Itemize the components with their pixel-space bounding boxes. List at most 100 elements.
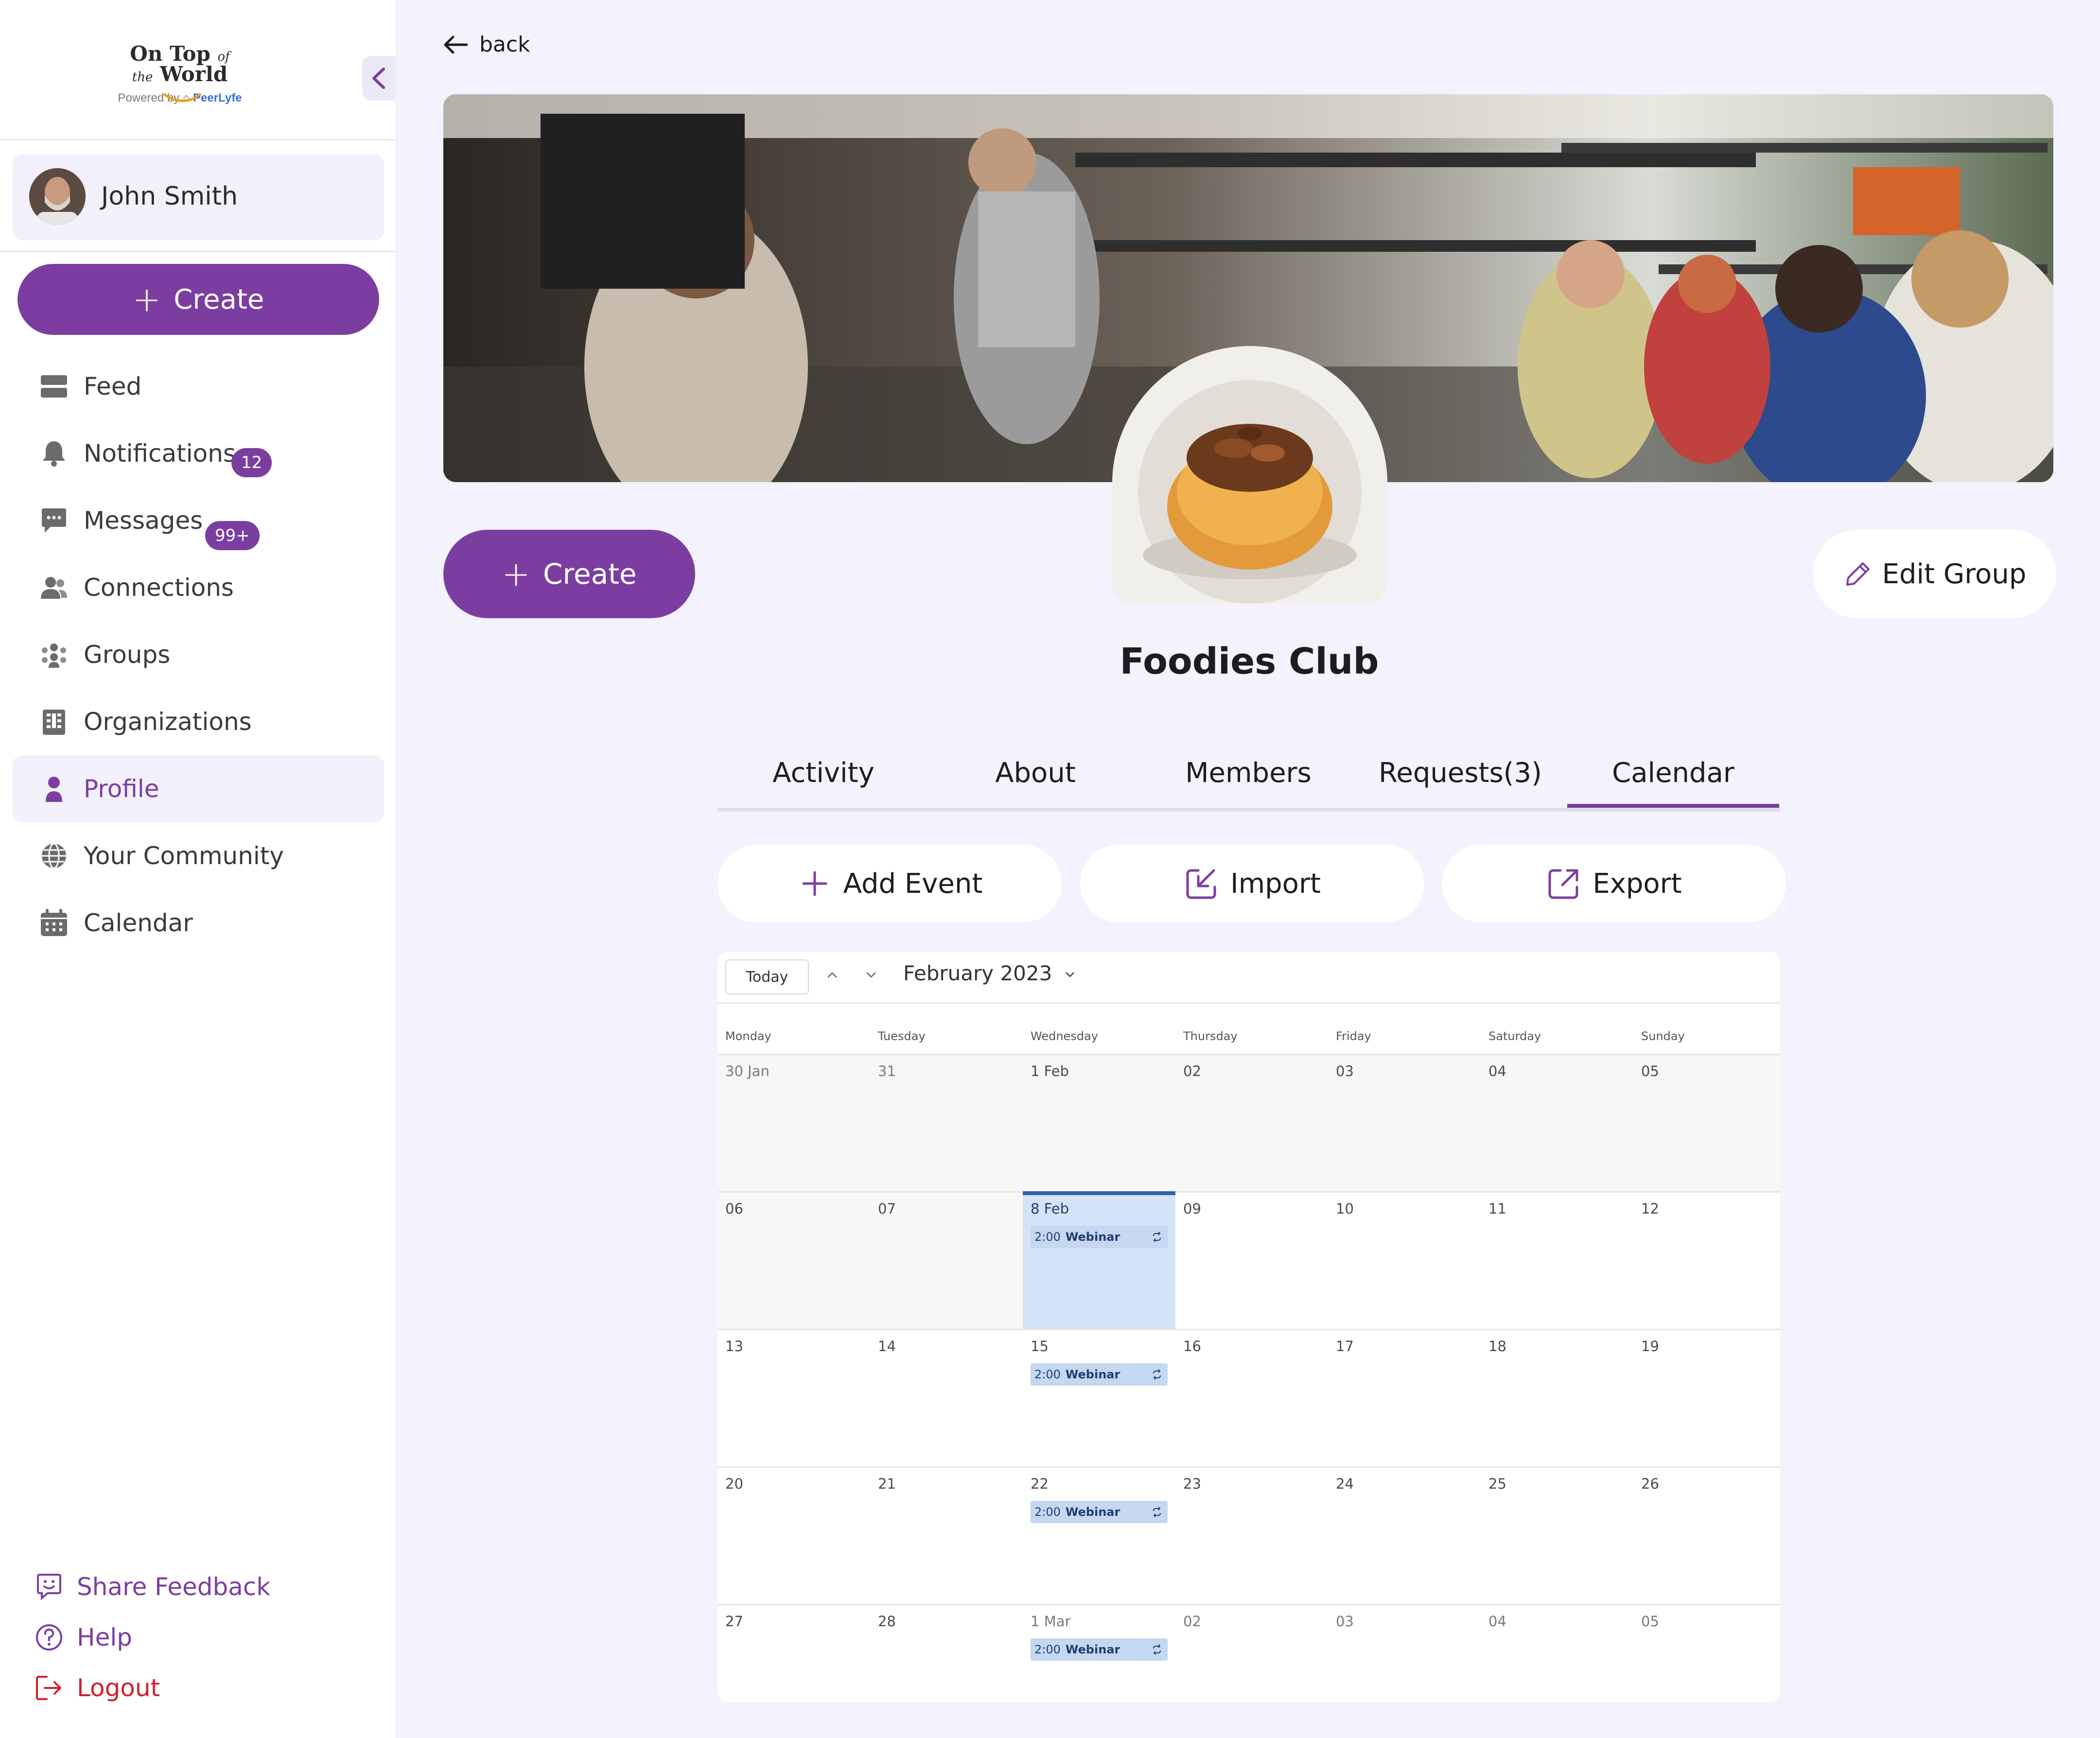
chevron-up-icon[interactable] — [822, 965, 842, 985]
month-picker[interactable]: February 2023 — [903, 961, 1077, 985]
calendar-day[interactable]: 03 — [1328, 1055, 1481, 1191]
sidebar-item-calendar[interactable]: Calendar — [13, 889, 384, 956]
create-button[interactable]: + Create — [18, 264, 379, 335]
calendar-day[interactable]: 1 Mar 2:00 Webinar — [1023, 1605, 1175, 1702]
calendar-day[interactable]: 26 — [1633, 1468, 1780, 1604]
sidebar-item-label: Organizations — [84, 708, 252, 736]
calendar-day[interactable]: 21 — [870, 1468, 1023, 1604]
help-link[interactable]: Help — [34, 1620, 132, 1654]
sidebar-item-label: Connections — [84, 574, 234, 602]
import-icon — [1186, 869, 1216, 899]
calendar-day[interactable]: 28 — [870, 1605, 1023, 1702]
calendar-day[interactable]: 15 2:00 Webinar — [1023, 1330, 1175, 1466]
calendar-day[interactable]: 05 — [1633, 1055, 1780, 1191]
user-name: John Smith — [101, 182, 238, 211]
calendar-day-today[interactable]: 8 Feb 2:00 Webinar — [1023, 1191, 1175, 1329]
calendar-day[interactable]: 11 — [1481, 1193, 1633, 1329]
sidebar-item-label: Messages — [84, 506, 203, 535]
tab-activity[interactable]: Activity — [718, 757, 929, 789]
edit-group-button[interactable]: Edit Group — [1813, 530, 2056, 618]
calendar-day[interactable]: 30 Jan — [718, 1055, 870, 1191]
chevron-left-icon — [372, 68, 385, 89]
create-post-button[interactable]: + Create — [443, 530, 695, 618]
calendar-day[interactable]: 22 2:00 Webinar — [1023, 1468, 1175, 1604]
today-button[interactable]: Today — [725, 959, 809, 994]
sidebar-item-your-community[interactable]: Your Community — [13, 822, 384, 889]
import-button[interactable]: Import — [1080, 845, 1424, 922]
calendar-day[interactable]: 27 — [718, 1605, 870, 1702]
tab-calendar[interactable]: Calendar — [1567, 757, 1779, 789]
tab-requests[interactable]: Requests(3) — [1354, 757, 1566, 789]
export-button[interactable]: Export — [1442, 845, 1786, 922]
calendar-week: 30 Jan 31 1 Feb 02 03 04 05 — [718, 1054, 1780, 1191]
calendar-day[interactable]: 06 — [718, 1193, 870, 1329]
calendar-day[interactable]: 1 Feb — [1023, 1055, 1175, 1191]
calendar-day[interactable]: 24 — [1328, 1468, 1481, 1604]
calendar-day[interactable]: 09 — [1175, 1193, 1328, 1329]
calendar-event[interactable]: 2:00 Webinar — [1031, 1226, 1168, 1248]
feedback-icon — [37, 1574, 61, 1600]
calendar-week: 20 21 22 2:00 Webinar 23 24 25 26 — [718, 1466, 1780, 1604]
sidebar-item-label: Your Community — [84, 842, 284, 870]
logout-link[interactable]: Logout — [34, 1671, 160, 1705]
calendar-day[interactable]: 13 — [718, 1330, 870, 1466]
sidebar-item-profile[interactable]: Profile — [13, 755, 384, 822]
calendar-day[interactable]: 02 — [1175, 1605, 1328, 1702]
calendar-day[interactable]: 04 — [1481, 1605, 1633, 1702]
user-card[interactable]: John Smith — [13, 155, 384, 240]
calendar-day[interactable]: 05 — [1633, 1605, 1780, 1702]
feed-icon — [41, 375, 67, 398]
sidebar-item-groups[interactable]: Groups — [13, 621, 384, 688]
calendar-day[interactable]: 10 — [1328, 1193, 1481, 1329]
calendar-day[interactable]: 14 — [870, 1330, 1023, 1466]
sidebar-item-label: Groups — [84, 641, 171, 669]
calendar-day[interactable]: 20 — [718, 1468, 870, 1604]
weekday-label: Friday — [1336, 1029, 1371, 1043]
sidebar-item-messages[interactable]: Messages 99+ — [13, 487, 384, 554]
calendar-view: Today February 2023 Monday Tuesday Wedne… — [718, 952, 1780, 1702]
logout-icon — [36, 1676, 61, 1700]
collapse-sidebar-button[interactable] — [362, 56, 395, 101]
plus-icon: + — [132, 279, 161, 319]
calendar-day[interactable]: 04 — [1481, 1055, 1633, 1191]
share-feedback-link[interactable]: Share Feedback — [34, 1570, 270, 1604]
building-icon — [43, 710, 65, 735]
calendar-day[interactable]: 03 — [1328, 1605, 1481, 1702]
export-icon — [1548, 869, 1578, 899]
tab-about[interactable]: About — [929, 757, 1141, 789]
sidebar-item-organizations[interactable]: Organizations — [13, 688, 384, 755]
sidebar-item-label: Notifications — [84, 439, 236, 468]
calendar-event[interactable]: 2:00 Webinar — [1031, 1501, 1168, 1523]
notifications-badge: 12 — [231, 448, 272, 477]
sidebar-item-feed[interactable]: Feed — [13, 353, 384, 420]
calendar-day[interactable]: 16 — [1175, 1330, 1328, 1466]
calendar-day[interactable]: 17 — [1328, 1330, 1481, 1466]
calendar-day[interactable]: 12 — [1633, 1193, 1780, 1329]
calendar-day[interactable]: 07 — [870, 1193, 1023, 1329]
globe-icon — [42, 843, 66, 869]
chevron-down-icon — [1066, 972, 1074, 977]
calendar-event[interactable]: 2:00 Webinar — [1031, 1638, 1168, 1661]
sidebar-item-connections[interactable]: Connections — [13, 554, 384, 621]
add-event-button[interactable]: Add Event — [718, 845, 1062, 922]
calendar-day[interactable]: 19 — [1633, 1330, 1780, 1466]
sidebar-item-notifications[interactable]: Notifications 12 — [13, 420, 384, 487]
person-icon — [46, 777, 62, 802]
calendar-toolbar: Today February 2023 — [718, 952, 1780, 1004]
back-link[interactable]: back — [442, 32, 530, 57]
calendar-day[interactable]: 23 — [1175, 1468, 1328, 1604]
weekday-label: Wednesday — [1031, 1029, 1098, 1043]
recurring-icon — [1153, 1644, 1161, 1655]
calendar-event[interactable]: 2:00 Webinar — [1031, 1363, 1168, 1386]
app-logo[interactable]: On Top of the World Powered by ⌂ PeerLyf… — [97, 44, 262, 126]
calendar-day[interactable]: 02 — [1175, 1055, 1328, 1191]
calendar-day[interactable]: 18 — [1481, 1330, 1633, 1466]
calendar-day[interactable]: 31 — [870, 1055, 1023, 1191]
logo-arc — [156, 53, 209, 102]
tab-members[interactable]: Members — [1142, 757, 1354, 789]
recurring-icon — [1153, 1369, 1161, 1380]
calendar-week: 27 28 1 Mar 2:00 Webinar 02 03 04 05 — [718, 1604, 1780, 1702]
arrow-left-icon — [444, 35, 468, 53]
calendar-day[interactable]: 25 — [1481, 1468, 1633, 1604]
chevron-down-icon[interactable] — [861, 965, 881, 985]
